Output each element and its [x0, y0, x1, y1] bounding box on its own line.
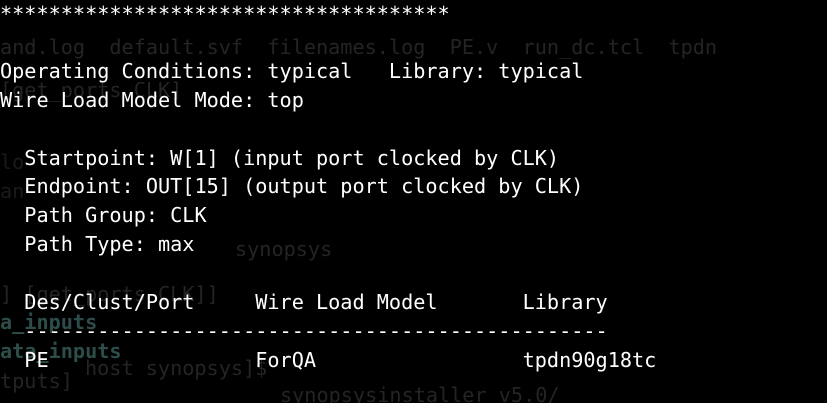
- report-wire-load-mode: Wire Load Model Mode: top: [0, 88, 304, 112]
- report-separator-stars: *************************************: [0, 2, 450, 26]
- ghost-installer: synopsysinstaller_v5.0/: [280, 383, 560, 403]
- terminal-window[interactable]: and.log default.svf filenames.log PE.v r…: [0, 0, 827, 403]
- report-table-header: Des/Clust/Port Wire Load Model Library: [0, 290, 608, 314]
- report-path-group: Path Group: CLK: [0, 203, 207, 227]
- ghost-synopsys-1: synopsys: [235, 237, 333, 261]
- report-table-divider: ----------------------------------------…: [0, 319, 608, 343]
- report-path-type: Path Type: max: [0, 232, 195, 256]
- report-table-row: PE ForQA tpdn90g18tc: [0, 348, 657, 372]
- report-startpoint: Startpoint: W[1] (input port clocked by …: [0, 146, 560, 170]
- report-endpoint: Endpoint: OUT[15] (output port clocked b…: [0, 174, 584, 198]
- report-operating-conditions: Operating Conditions: typical Library: t…: [0, 59, 584, 83]
